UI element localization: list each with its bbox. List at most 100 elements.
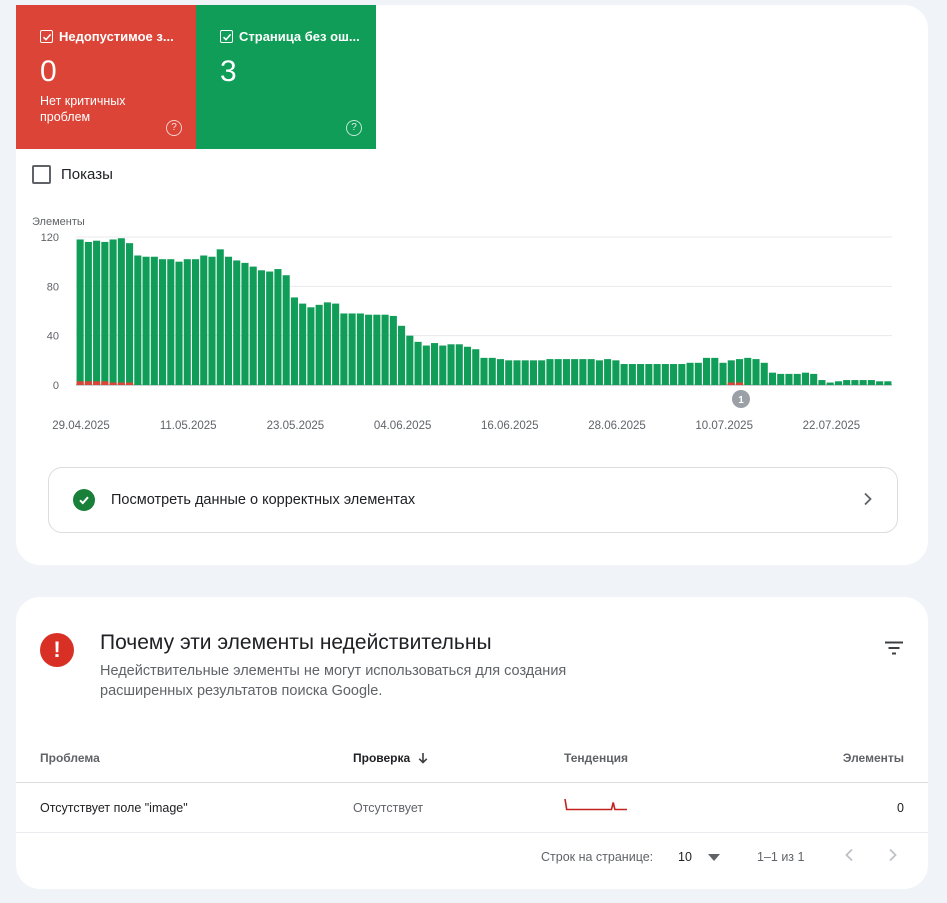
bar-valid[interactable] xyxy=(686,362,694,385)
bar-valid[interactable] xyxy=(735,359,744,385)
bar-valid[interactable] xyxy=(760,362,768,385)
column-header-issue[interactable]: Проблема xyxy=(40,751,100,765)
bar-invalid[interactable] xyxy=(76,381,84,385)
bar-valid[interactable] xyxy=(463,346,472,385)
bar-valid[interactable] xyxy=(843,380,851,385)
checkbox-checked-icon[interactable] xyxy=(220,30,233,43)
bar-valid[interactable] xyxy=(744,357,752,385)
column-header-items[interactable]: Элементы xyxy=(843,751,904,765)
bar-valid[interactable] xyxy=(628,364,636,385)
bar-valid[interactable] xyxy=(183,259,191,385)
bar-valid[interactable] xyxy=(678,364,686,385)
bar-valid[interactable] xyxy=(694,362,702,385)
bar-valid[interactable] xyxy=(150,256,158,385)
rows-per-page-select[interactable]: 10 xyxy=(678,850,720,864)
bar-valid[interactable] xyxy=(810,373,818,385)
bar-valid[interactable] xyxy=(447,344,455,385)
bar-valid[interactable] xyxy=(538,360,546,385)
bar-valid[interactable] xyxy=(645,364,653,385)
tile-invalid[interactable]: Недопустимое з... 0 Нет критичных пробле… xyxy=(16,5,196,149)
bar-valid[interactable] xyxy=(521,360,529,385)
tile-invalid-header[interactable]: Недопустимое з... xyxy=(40,29,174,44)
column-header-trend[interactable]: Тенденция xyxy=(564,751,628,765)
bar-valid[interactable] xyxy=(703,357,711,385)
bar-valid[interactable] xyxy=(126,243,134,385)
bar-valid[interactable] xyxy=(777,373,785,385)
bar-valid[interactable] xyxy=(859,380,867,385)
bar-valid[interactable] xyxy=(257,270,265,385)
bar-valid[interactable] xyxy=(398,325,406,385)
bar-valid[interactable] xyxy=(332,303,340,385)
bar-invalid[interactable] xyxy=(84,381,92,385)
bar-valid[interactable] xyxy=(884,381,892,385)
tile-valid-header[interactable]: Страница без ош... xyxy=(220,29,360,44)
bar-invalid[interactable] xyxy=(109,382,117,385)
bar-valid[interactable] xyxy=(546,359,554,385)
bar-valid[interactable] xyxy=(233,260,241,385)
bar-valid[interactable] xyxy=(315,304,323,385)
view-valid-items-link[interactable]: Посмотреть данные о корректных элементах xyxy=(48,467,898,533)
bar-valid[interactable] xyxy=(340,313,348,385)
bar-valid[interactable] xyxy=(711,357,719,385)
bar-invalid[interactable] xyxy=(727,382,735,385)
bar-valid[interactable] xyxy=(727,360,735,385)
bar-valid[interactable] xyxy=(571,359,579,385)
bar-valid[interactable] xyxy=(406,335,414,385)
bar-invalid[interactable] xyxy=(126,382,134,385)
bar-valid[interactable] xyxy=(785,373,793,385)
checkbox-checked-icon[interactable] xyxy=(40,30,53,43)
help-icon[interactable]: ? xyxy=(346,120,362,136)
bar-valid[interactable] xyxy=(117,238,125,385)
bar-valid[interactable] xyxy=(513,360,521,385)
tile-valid[interactable]: Страница без ош... 3 ? xyxy=(196,5,376,149)
bar-valid[interactable] xyxy=(661,364,669,385)
impressions-toggle[interactable]: Показы xyxy=(32,165,113,184)
bar-valid[interactable] xyxy=(249,266,257,385)
bar-valid[interactable] xyxy=(101,241,109,385)
bar-valid[interactable] xyxy=(167,259,175,385)
bar-valid[interactable] xyxy=(620,364,628,385)
bar-valid[interactable] xyxy=(876,381,884,385)
column-header-check[interactable]: Проверка xyxy=(353,751,428,765)
bar-valid[interactable] xyxy=(505,360,513,385)
bar-valid[interactable] xyxy=(348,313,356,385)
bar-valid[interactable] xyxy=(175,261,183,385)
bar-valid[interactable] xyxy=(373,314,381,385)
table-row[interactable]: Отсутствует поле "image" Отсутствует 0 xyxy=(16,783,928,833)
bar-valid[interactable] xyxy=(290,297,298,385)
help-icon[interactable]: ? xyxy=(166,120,182,136)
bar-invalid[interactable] xyxy=(93,381,101,385)
bar-valid[interactable] xyxy=(752,359,760,385)
bar-valid[interactable] xyxy=(389,315,397,385)
bar-valid[interactable] xyxy=(867,380,875,385)
bar-valid[interactable] xyxy=(241,262,249,385)
bar-valid[interactable] xyxy=(266,271,274,385)
bar-valid[interactable] xyxy=(793,373,801,385)
bar-valid[interactable] xyxy=(208,256,216,385)
bar-valid[interactable] xyxy=(455,344,463,385)
bar-valid[interactable] xyxy=(84,241,92,385)
bar-valid[interactable] xyxy=(191,259,200,385)
bar-valid[interactable] xyxy=(422,345,430,385)
bar-valid[interactable] xyxy=(431,343,439,385)
bar-valid[interactable] xyxy=(719,362,727,385)
bar-valid[interactable] xyxy=(562,359,570,385)
bar-valid[interactable] xyxy=(381,314,389,385)
bar-valid[interactable] xyxy=(365,314,373,385)
bar-valid[interactable] xyxy=(159,259,167,385)
bar-valid[interactable] xyxy=(472,349,480,385)
bar-valid[interactable] xyxy=(670,364,678,385)
bar-valid[interactable] xyxy=(323,302,331,385)
bar-valid[interactable] xyxy=(307,307,315,385)
bar-valid[interactable] xyxy=(480,357,488,385)
bar-valid[interactable] xyxy=(496,359,505,385)
bar-valid[interactable] xyxy=(93,240,101,385)
bar-valid[interactable] xyxy=(414,341,422,385)
annotation-marker[interactable]: 1 xyxy=(732,390,750,408)
next-page-button[interactable] xyxy=(888,846,898,867)
bar-valid[interactable] xyxy=(834,381,842,385)
bar-valid[interactable] xyxy=(439,345,447,385)
bar-valid[interactable] xyxy=(554,359,562,385)
bar-valid[interactable] xyxy=(488,357,496,385)
bar-valid[interactable] xyxy=(612,360,620,385)
